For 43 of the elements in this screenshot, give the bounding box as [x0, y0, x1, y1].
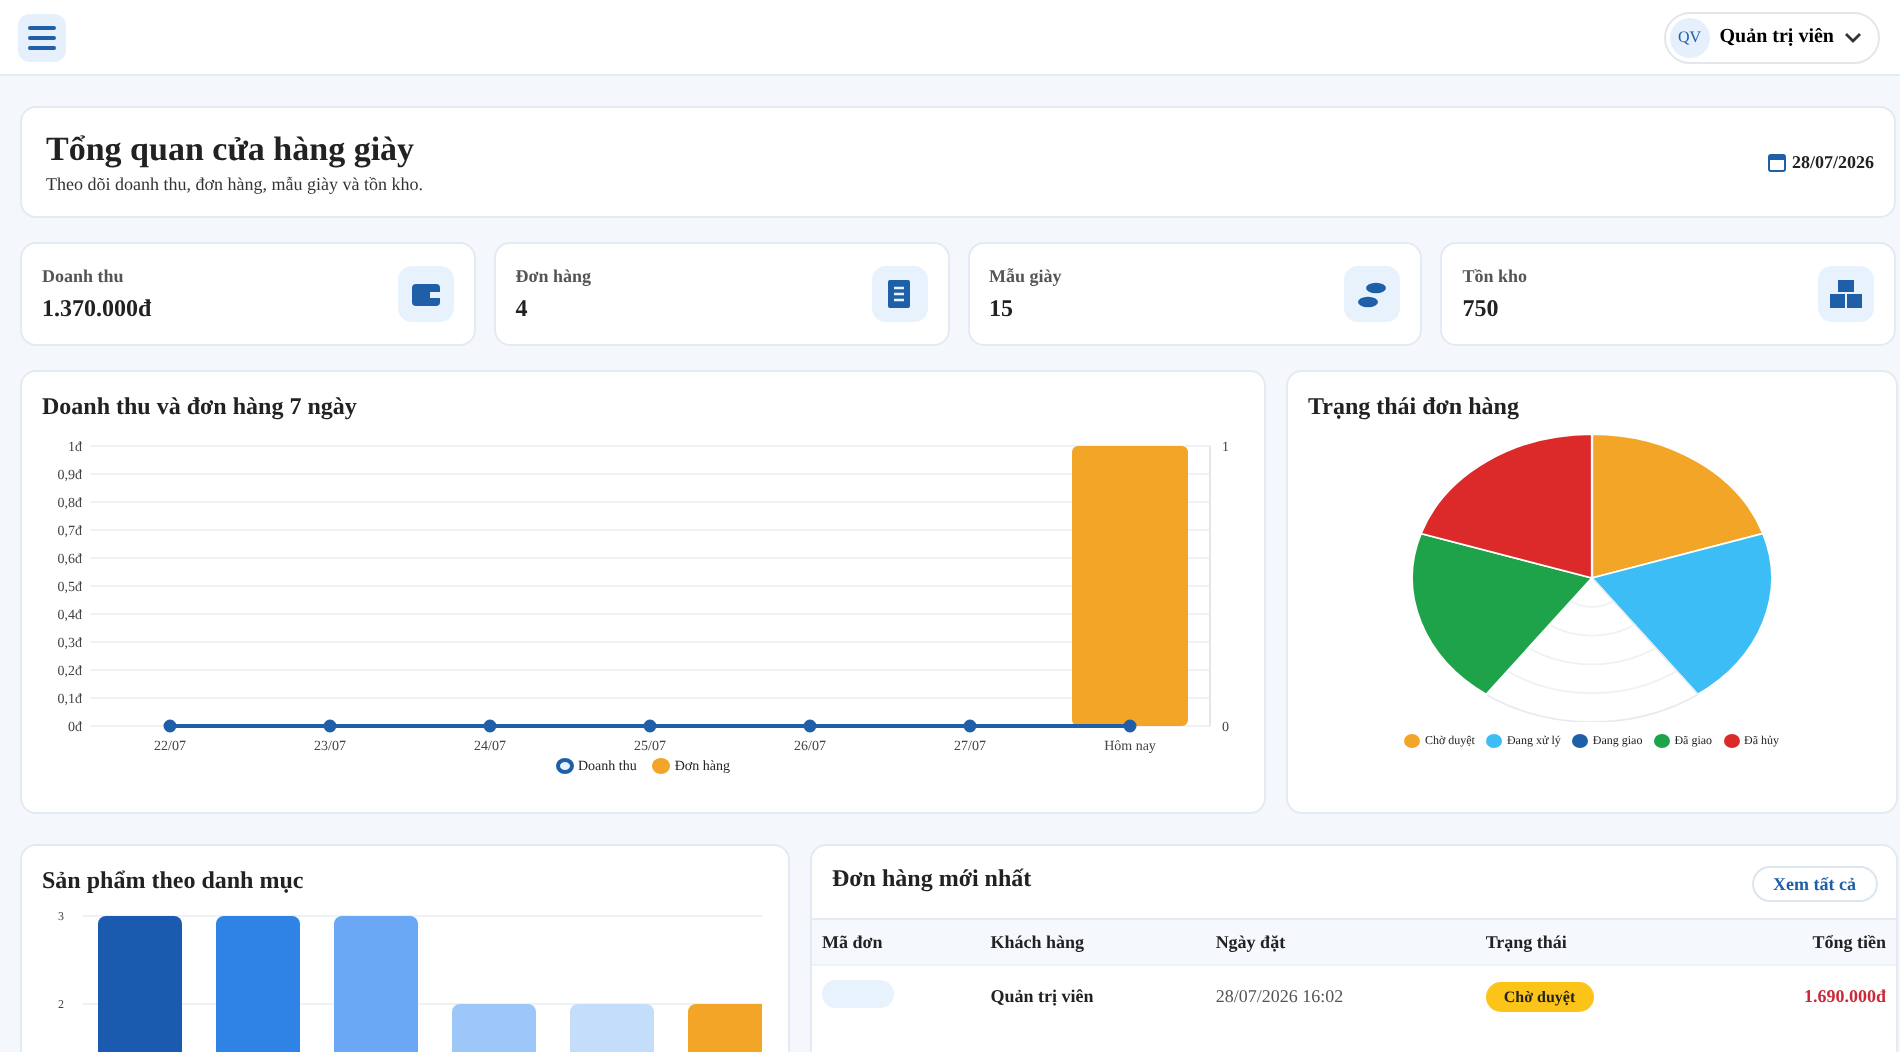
bar	[216, 916, 300, 1052]
bar	[334, 916, 418, 1052]
current-date: 28/07/2026	[1791, 152, 1874, 172]
stat-label: Đơn hàng	[515, 265, 591, 285]
table-cell: Quản trị viên	[980, 965, 1206, 1026]
page-subtitle: Theo dõi doanh thu, đơn hàng, mẫu giày và tồn kho.	[46, 174, 423, 194]
page-title: Tổng quan cửa hàng giày	[46, 130, 417, 170]
bar	[688, 1004, 762, 1052]
stat-label: Tồn kho	[1462, 265, 1528, 285]
view-all-button[interactable]: Xem tất cả	[1751, 865, 1878, 901]
stat-value: 15	[989, 293, 1015, 323]
stat-label: Doanh thu	[42, 265, 126, 285]
column-header: Khách hàng	[980, 919, 1206, 965]
chevron-down-icon	[1844, 31, 1862, 43]
user-menu-button[interactable]: QV Quản trị viên	[1663, 11, 1880, 63]
card-title: Đơn hàng mới nhất	[832, 864, 1032, 894]
menu-icon	[28, 25, 56, 49]
boxes-icon	[1830, 280, 1862, 308]
receipt-icon	[888, 280, 910, 308]
column-header: Tổng tiền	[1709, 919, 1896, 965]
legend-marker	[652, 758, 671, 774]
legend-marker	[556, 758, 574, 774]
bar	[570, 1004, 654, 1052]
table-cell: 1.690.000đ	[1709, 965, 1896, 1026]
chart-title: Sản phẩm theo danh mục	[42, 866, 306, 896]
status-badge: Chờ duyệt	[1485, 981, 1594, 1011]
stat-value: 4	[515, 293, 530, 323]
column-header: Mã đơn	[812, 919, 981, 965]
column-header: Ngày đặt	[1205, 919, 1476, 965]
bar	[98, 916, 182, 1052]
shoe-prints-icon	[1356, 281, 1389, 307]
stat-value: 1.370.000đ	[42, 293, 152, 323]
table-cell: 28/07/2026 16:02	[1205, 965, 1476, 1026]
stat-value: 750	[1462, 293, 1501, 323]
user-avatar: QV	[1669, 17, 1710, 57]
column-header: Trạng thái	[1475, 919, 1710, 965]
stat-label: Mẫu giày	[989, 265, 1062, 285]
chart-title: Trạng thái đơn hàng	[1308, 392, 1519, 422]
chart-title: Doanh thu và đơn hàng 7 ngày	[42, 392, 359, 422]
bar	[452, 1004, 536, 1052]
menu-button[interactable]	[18, 13, 66, 61]
wallet-icon	[411, 282, 440, 306]
calendar-icon	[1767, 152, 1786, 172]
